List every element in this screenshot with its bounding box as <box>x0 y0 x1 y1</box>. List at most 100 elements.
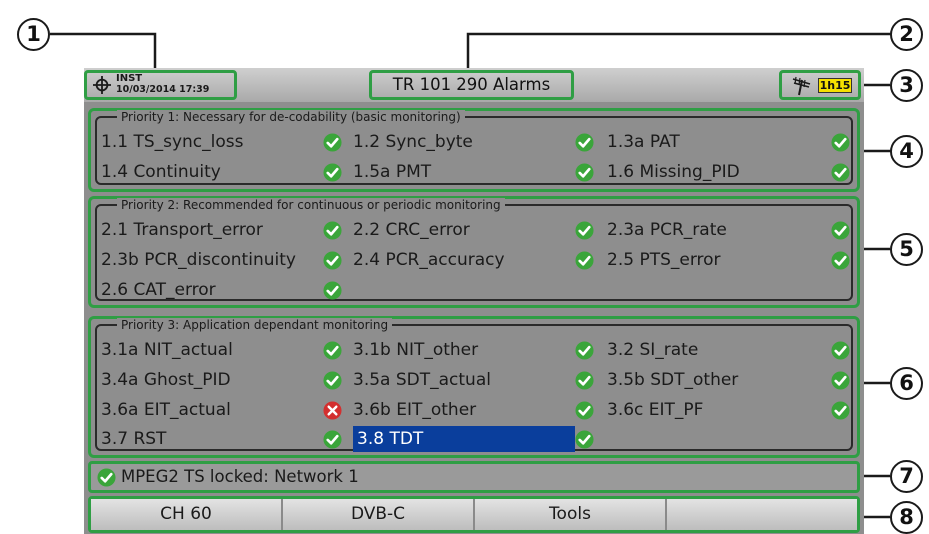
alarm-label: 1.4 Continuity <box>101 162 221 182</box>
callout-2: 2 <box>890 18 923 51</box>
target-icon <box>93 76 111 94</box>
ok-check-icon <box>323 430 342 449</box>
alarm-label: 3.6a EIT_actual <box>101 400 231 420</box>
alarm-label: 3.1a NIT_actual <box>101 340 233 360</box>
ok-check-icon <box>575 430 594 449</box>
ok-check-icon <box>323 133 342 152</box>
ok-check-icon <box>575 221 594 240</box>
alarm-item[interactable]: 3.2 SI_rate <box>607 336 850 364</box>
group-title: Priority 2: Recommended for continuous o… <box>117 198 505 212</box>
status-bar: MPEG2 TS locked: Network 1 <box>88 461 860 493</box>
alarm-item[interactable]: 1.3a PAT <box>607 128 850 156</box>
softkey-channel[interactable]: CH 60 <box>91 499 283 530</box>
alarm-label: 2.5 PTS_error <box>607 250 721 270</box>
ok-check-icon <box>323 221 342 240</box>
softkey-standard[interactable]: DVB-C <box>283 499 475 530</box>
ok-check-icon <box>97 468 116 487</box>
alarm-item[interactable]: 2.6 CAT_error <box>101 276 342 304</box>
alarm-item[interactable]: 3.4a Ghost_PID <box>101 366 342 394</box>
callout-3: 3 <box>890 69 923 102</box>
alarm-item[interactable]: 1.5a PMT <box>353 158 594 186</box>
battery-icon: 1h15 <box>818 78 852 93</box>
ok-check-icon <box>831 163 850 182</box>
callout-8: 8 <box>890 501 923 534</box>
ok-check-icon <box>831 371 850 390</box>
alarm-label: 3.4a Ghost_PID <box>101 370 231 390</box>
callout-5: 5 <box>890 233 923 266</box>
ok-check-icon <box>831 133 850 152</box>
mode-label: INST <box>116 73 143 84</box>
alarm-item[interactable]: 2.4 PCR_accuracy <box>353 246 594 274</box>
alarm-item[interactable]: 2.2 CRC_error <box>353 216 594 244</box>
ok-check-icon <box>323 163 342 182</box>
callout-6: 6 <box>890 367 923 400</box>
ok-check-icon <box>323 371 342 390</box>
alarm-label: 1.5a PMT <box>353 162 432 182</box>
alarm-item[interactable]: 1.1 TS_sync_loss <box>101 128 342 156</box>
alarm-item[interactable]: 2.1 Transport_error <box>101 216 342 244</box>
ok-check-icon <box>575 401 594 420</box>
softkey-tools[interactable]: Tools <box>475 499 667 530</box>
alarm-label: 3.7 RST <box>101 429 167 449</box>
alarm-label: 2.6 CAT_error <box>101 280 216 300</box>
callout-7: 7 <box>890 460 923 493</box>
priority-1-group: Priority 1: Necessary for de-codability … <box>88 108 860 192</box>
ok-check-icon <box>575 371 594 390</box>
alarm-item[interactable]: 1.2 Sync_byte <box>353 128 594 156</box>
alarm-item[interactable]: 3.1b NIT_other <box>353 336 594 364</box>
alarm-item[interactable]: 2.3a PCR_rate <box>607 216 850 244</box>
antenna-icon <box>792 76 811 96</box>
error-cross-icon <box>323 401 342 420</box>
alarm-label: 3.6c EIT_PF <box>607 400 704 420</box>
screen-title: TR 101 290 Alarms <box>392 75 551 94</box>
ok-check-icon <box>575 251 594 270</box>
alarm-item[interactable]: 3.8 TDT <box>353 425 594 453</box>
alarm-label: 1.3a PAT <box>607 132 680 152</box>
signal-status-box: 1h15 <box>779 70 861 100</box>
alarm-label: 3.2 SI_rate <box>607 340 699 360</box>
screen-title-box: TR 101 290 Alarms <box>369 70 574 100</box>
alarm-item[interactable]: 3.6a EIT_actual <box>101 396 342 424</box>
ok-check-icon <box>323 251 342 270</box>
ok-check-icon <box>575 163 594 182</box>
softkey-empty[interactable] <box>667 499 857 530</box>
ok-check-icon <box>831 401 850 420</box>
analyzer-screen: INST 10/03/2014 17:39 TR 101 290 Alarms … <box>84 68 864 534</box>
ok-check-icon <box>323 281 342 300</box>
ok-check-icon <box>831 251 850 270</box>
alarm-item[interactable]: 3.6c EIT_PF <box>607 396 850 424</box>
alarm-label: 2.3b PCR_discontinuity <box>101 250 296 270</box>
header-bar: INST 10/03/2014 17:39 TR 101 290 Alarms … <box>84 68 864 102</box>
alarm-item[interactable]: 1.4 Continuity <box>101 158 342 186</box>
alarm-label: 2.1 Transport_error <box>101 220 263 240</box>
alarm-item[interactable]: 2.5 PTS_error <box>607 246 850 274</box>
alarm-item[interactable]: 1.6 Missing_PID <box>607 158 850 186</box>
ok-check-icon <box>831 221 850 240</box>
priority-2-group: Priority 2: Recommended for continuous o… <box>88 196 860 308</box>
alarm-item[interactable]: 3.5b SDT_other <box>607 366 850 394</box>
softkey-bar: CH 60 DVB-C Tools <box>88 496 860 533</box>
alarm-label: 1.2 Sync_byte <box>353 132 473 152</box>
alarm-item[interactable]: 2.3b PCR_discontinuity <box>101 246 342 274</box>
alarm-label: 3.1b NIT_other <box>353 340 479 360</box>
lock-status-text: MPEG2 TS locked: Network 1 <box>121 467 359 486</box>
alarm-item[interactable]: 3.6b EIT_other <box>353 396 594 424</box>
alarm-item[interactable]: 3.5a SDT_actual <box>353 366 594 394</box>
alarm-label: 2.2 CRC_error <box>353 220 470 240</box>
alarm-label: 2.3a PCR_rate <box>607 220 727 240</box>
priority-3-group: Priority 3: Application dependant monito… <box>88 316 860 458</box>
ok-check-icon <box>831 341 850 360</box>
alarm-label: 1.1 TS_sync_loss <box>101 132 244 152</box>
alarm-label: 2.4 PCR_accuracy <box>353 250 505 270</box>
group-title: Priority 3: Application dependant monito… <box>117 318 393 332</box>
callout-1: 1 <box>17 18 50 51</box>
alarm-label: 3.6b EIT_other <box>353 400 477 420</box>
alarm-item[interactable]: 3.7 RST <box>101 425 342 453</box>
alarm-label: 3.5a SDT_actual <box>353 370 491 390</box>
alarm-item[interactable]: 3.1a NIT_actual <box>101 336 342 364</box>
callout-4: 4 <box>890 135 923 168</box>
ok-check-icon <box>575 133 594 152</box>
group-title: Priority 1: Necessary for de-codability … <box>117 110 465 124</box>
measurement-mode-box[interactable]: INST 10/03/2014 17:39 <box>84 70 237 100</box>
ok-check-icon <box>323 341 342 360</box>
